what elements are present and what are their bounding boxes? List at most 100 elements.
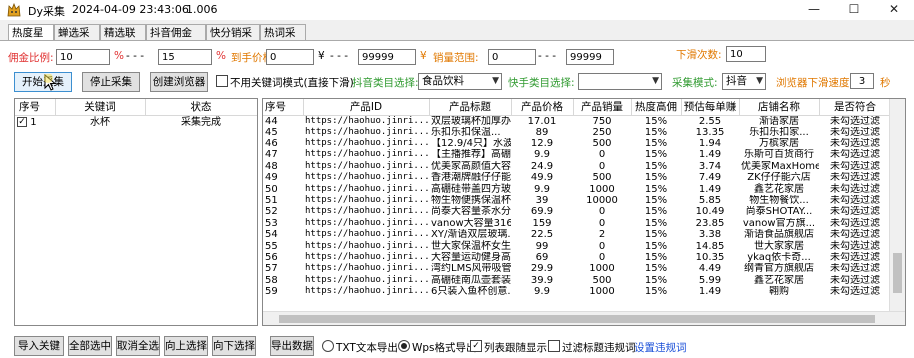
create-browser-button[interactable]: 创建浏览器 bbox=[150, 72, 208, 92]
row-index: 55 bbox=[265, 240, 278, 252]
row-product-id: https://haohuo.jinri... bbox=[305, 149, 429, 160]
table-row[interactable]: 44 https://haohuo.jinri...双层玻璃杯加厚办... 17.0… bbox=[263, 115, 891, 127]
table-row[interactable]: 57 https://haohuo.jinri...湾约LMS风带吸管... 29.… bbox=[263, 263, 891, 274]
row-index: 54 bbox=[265, 229, 278, 241]
wps-export-radio[interactable] bbox=[398, 340, 410, 352]
move-down-button[interactable]: 向下选择 bbox=[212, 336, 256, 356]
stop-collect-button[interactable]: 停止采集 bbox=[82, 72, 140, 92]
row-index: 48 bbox=[265, 160, 278, 172]
sales-max-input[interactable] bbox=[566, 49, 614, 65]
collect-mode-select[interactable]: 抖音 ▼ bbox=[722, 73, 766, 90]
table-row[interactable]: 46 https://haohuo.jinri...【12.9/4只】水波... 1… bbox=[263, 138, 891, 149]
vertical-scrollbar[interactable] bbox=[889, 99, 905, 311]
table-row[interactable]: 53 https://haohuo.jinri...vanow大容量316不...… bbox=[263, 218, 891, 229]
app-logo-icon bbox=[7, 3, 21, 17]
row-product-id: https://haohuo.jinri... bbox=[305, 126, 429, 137]
set-violation-words-link[interactable]: 设置违规词 bbox=[634, 340, 687, 355]
minimize-icon[interactable]: — bbox=[794, 0, 834, 20]
scroll-count-input[interactable] bbox=[726, 46, 766, 62]
row-product-sales: 0 bbox=[598, 217, 606, 229]
row-shop-name: 世大家家居 bbox=[754, 240, 804, 252]
tab-redu-xingxuan[interactable]: 热度星选 bbox=[8, 24, 54, 55]
select-all-button[interactable]: 全部选中 bbox=[68, 336, 112, 356]
sales-label: 销量范围: bbox=[433, 52, 479, 64]
range-dash: - - - bbox=[330, 50, 349, 62]
scrollbar-thumb[interactable] bbox=[893, 253, 902, 293]
tab-douyin-commission[interactable]: 抖音佣金采集 bbox=[146, 24, 206, 55]
header-keyword: 关键词 bbox=[55, 99, 146, 116]
table-row[interactable]: 47 https://haohuo.jinri...【主播推荐】高硼... 9.9 0… bbox=[263, 149, 891, 160]
row-product-id: https://haohuo.jinri... bbox=[305, 229, 429, 240]
row-checkbox[interactable]: ✓ bbox=[17, 116, 27, 127]
table-row[interactable]: 54 https://haohuo.jinri... XY/渐语双层玻璃... 22.… bbox=[263, 229, 891, 240]
commission-min-input[interactable] bbox=[56, 49, 110, 65]
row-index: 1 bbox=[30, 116, 37, 128]
commission-max-input[interactable] bbox=[158, 49, 212, 65]
table-row[interactable]: 45 https://haohuo.jinri... 乐扣乐扣保温... 89 250 1… bbox=[263, 127, 891, 138]
range-dash: - - - bbox=[538, 50, 557, 62]
export-data-button[interactable]: 导出数据 bbox=[270, 336, 314, 356]
scroll-speed-input[interactable] bbox=[850, 73, 874, 89]
row-product-id: https://haohuo.jinri... bbox=[305, 274, 429, 285]
move-up-button[interactable]: 向上选择 bbox=[164, 336, 208, 356]
douyin-category-select[interactable]: 食品饮料 ▼ bbox=[418, 73, 502, 90]
row-commission: 15% bbox=[644, 149, 668, 161]
row-estimated-earn: 23.85 bbox=[695, 217, 725, 229]
price-max-input[interactable] bbox=[358, 49, 416, 65]
row-product-id: https://haohuo.jinri... bbox=[305, 115, 429, 126]
chevron-down-icon: ▼ bbox=[492, 76, 499, 86]
row-is-match: 未勾选过滤 bbox=[830, 115, 880, 127]
start-collect-button[interactable]: 开始采集 bbox=[14, 72, 72, 92]
scroll-speed-label: 浏览器下滑速度: bbox=[776, 77, 854, 89]
kuaishou-category-select[interactable]: ▼ bbox=[578, 73, 662, 90]
wps-export-label: Wps格式导出 bbox=[412, 342, 477, 354]
horizontal-scrollbar[interactable] bbox=[263, 311, 905, 325]
row-is-match: 未勾选过滤 bbox=[830, 183, 880, 195]
deselect-all-button[interactable]: 取消全选 bbox=[116, 336, 160, 356]
table-row[interactable]: 49 https://haohuo.jinri...香港潮牌融仔仔能... 49.9… bbox=[263, 172, 891, 183]
price-min-input[interactable] bbox=[266, 49, 314, 65]
row-index: 44 bbox=[265, 115, 278, 127]
tab-kuaifenxiao[interactable]: 快分销采集 bbox=[206, 24, 260, 55]
tab-jingxuan-lianmeng[interactable]: 精选联盟 bbox=[100, 24, 146, 55]
row-is-match: 未勾选过滤 bbox=[830, 229, 880, 241]
follow-display-label: 列表跟随显示 bbox=[484, 342, 547, 354]
row-commission: 15% bbox=[644, 195, 668, 207]
sales-min-input[interactable] bbox=[488, 49, 536, 65]
keyword-table-body: 序号 关键词 状态 ✓ 1 水杯 采集完成 bbox=[15, 99, 257, 129]
maximize-icon[interactable]: ☐ bbox=[834, 0, 874, 20]
row-index: 57 bbox=[265, 263, 278, 275]
row-estimated-earn: 3.74 bbox=[698, 160, 722, 172]
table-row[interactable]: ✓ 1 水杯 采集完成 bbox=[15, 115, 257, 129]
table-row[interactable]: 58 https://haohuo.jinri...高硼硅南瓜壶套装... 39.9… bbox=[263, 275, 891, 286]
header-estimated-earn: 预估每单赚 bbox=[681, 99, 740, 116]
no-keyword-mode-checkbox[interactable] bbox=[216, 75, 228, 87]
table-row[interactable]: 48 https://haohuo.jinri...优美家高颜值大容... 24.9… bbox=[263, 161, 891, 172]
table-row[interactable]: 56 https://haohuo.jinri...大容量运动健身高... 69 0 1… bbox=[263, 252, 891, 263]
header-status: 状态 bbox=[145, 99, 257, 116]
table-row[interactable]: 50 https://haohuo.jinri...高硼硅带盖四方玻... 9.9 1… bbox=[263, 183, 891, 195]
header-shop-name: 店铺名称 bbox=[739, 99, 820, 116]
table-row[interactable]: 52 https://haohuo.jinri...尚泰大容量茶水分... 69.9… bbox=[263, 206, 891, 217]
row-product-sales: 1000 bbox=[589, 286, 615, 298]
header-product-price: 产品价格 bbox=[511, 99, 574, 116]
tab-chanxuan[interactable]: 蝉选采集 bbox=[54, 24, 100, 55]
close-icon[interactable]: ✕ bbox=[874, 0, 914, 20]
follow-display-checkbox[interactable]: ✓ bbox=[470, 340, 482, 352]
filter-violations-checkbox[interactable] bbox=[548, 340, 560, 352]
scrollbar-thumb[interactable] bbox=[279, 315, 875, 323]
row-estimated-earn: 1.49 bbox=[698, 286, 722, 298]
row-commission: 15% bbox=[644, 229, 668, 241]
table-row[interactable]: 59 https://haohuo.jinri... 6只装入鱼杯创意... 9.9 1… bbox=[263, 286, 891, 297]
row-commission: 15% bbox=[644, 217, 668, 229]
row-commission: 15% bbox=[644, 206, 668, 218]
table-row[interactable]: 51 https://haohuo.jinri...物生物便携保温杯... 39 10… bbox=[263, 195, 891, 206]
table-row[interactable]: 55 https://haohuo.jinri...世大家保温杯女生... 99 0 1… bbox=[263, 240, 891, 252]
row-product-title: 香港潮牌融仔仔能... bbox=[431, 172, 511, 184]
chevron-down-icon: ▼ bbox=[652, 76, 659, 86]
import-keywords-button[interactable]: 导入关键词 bbox=[14, 336, 64, 356]
txt-export-radio[interactable] bbox=[322, 340, 334, 352]
tab-hotwords[interactable]: 热词采集 bbox=[260, 24, 306, 55]
row-estimated-earn: 7.49 bbox=[698, 172, 722, 184]
row-product-sales: 10000 bbox=[586, 195, 618, 207]
